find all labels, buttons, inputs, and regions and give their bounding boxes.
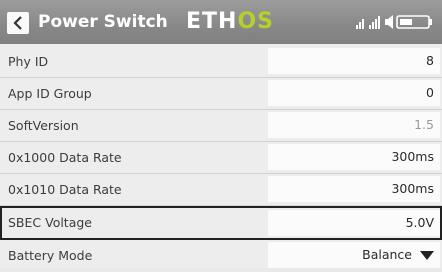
setting-label: Battery Mode	[8, 248, 93, 263]
list-item[interactable]: 0x1010 Data Rate 300ms	[0, 174, 442, 206]
list-item[interactable]: App ID Group 0	[0, 78, 442, 110]
setting-value: 0	[426, 85, 434, 100]
setting-label: 0x1010 Data Rate	[8, 182, 122, 197]
list-item[interactable]: 0x1000 Data Rate 300ms	[0, 142, 442, 174]
setting-label: App ID Group	[8, 86, 92, 101]
list-item[interactable]: Battery Mode Balance	[0, 240, 442, 272]
setting-label: SoftVersion	[8, 118, 79, 133]
battery-mode-select[interactable]: Balance	[268, 242, 440, 268]
back-button[interactable]	[7, 12, 29, 34]
list-item-selected[interactable]: SBEC Voltage 5.0V	[0, 206, 442, 240]
soft-version-field: 1.5	[268, 112, 440, 138]
setting-value: Balance	[362, 247, 412, 262]
phy-id-field[interactable]: 8	[268, 48, 440, 74]
chevron-left-icon	[13, 16, 22, 30]
dropdown-arrow-icon	[420, 251, 434, 260]
setting-value: 5.0V	[405, 215, 434, 230]
setting-value: 8	[426, 53, 434, 68]
speaker-icon	[385, 15, 393, 29]
status-icons	[356, 14, 434, 30]
settings-list: Phy ID 8 App ID Group 0 SoftVersion 1.5 …	[0, 44, 442, 268]
setting-value: 300ms	[391, 149, 434, 164]
app-id-group-field[interactable]: 0	[268, 80, 440, 106]
list-item[interactable]: Phy ID 8	[0, 46, 442, 78]
telemetry-signal-icon	[356, 19, 364, 29]
setting-label: 0x1000 Data Rate	[8, 150, 122, 165]
battery-icon	[396, 15, 432, 29]
page-title: Power Switch	[38, 12, 168, 32]
ethos-logo: ETHOS	[186, 9, 274, 34]
rx-signal-icon	[369, 16, 380, 29]
setting-value: 300ms	[391, 181, 434, 196]
setting-label: SBEC Voltage	[8, 215, 92, 230]
data-rate-1010-field[interactable]: 300ms	[268, 176, 440, 202]
data-rate-1000-field[interactable]: 300ms	[268, 144, 440, 170]
setting-label: Phy ID	[8, 54, 49, 69]
setting-value: 1.5	[414, 117, 434, 132]
list-item: SoftVersion 1.5	[0, 110, 442, 142]
title-bar: Power Switch ETHOS	[0, 0, 442, 44]
sbec-voltage-field[interactable]: 5.0V	[268, 210, 440, 236]
